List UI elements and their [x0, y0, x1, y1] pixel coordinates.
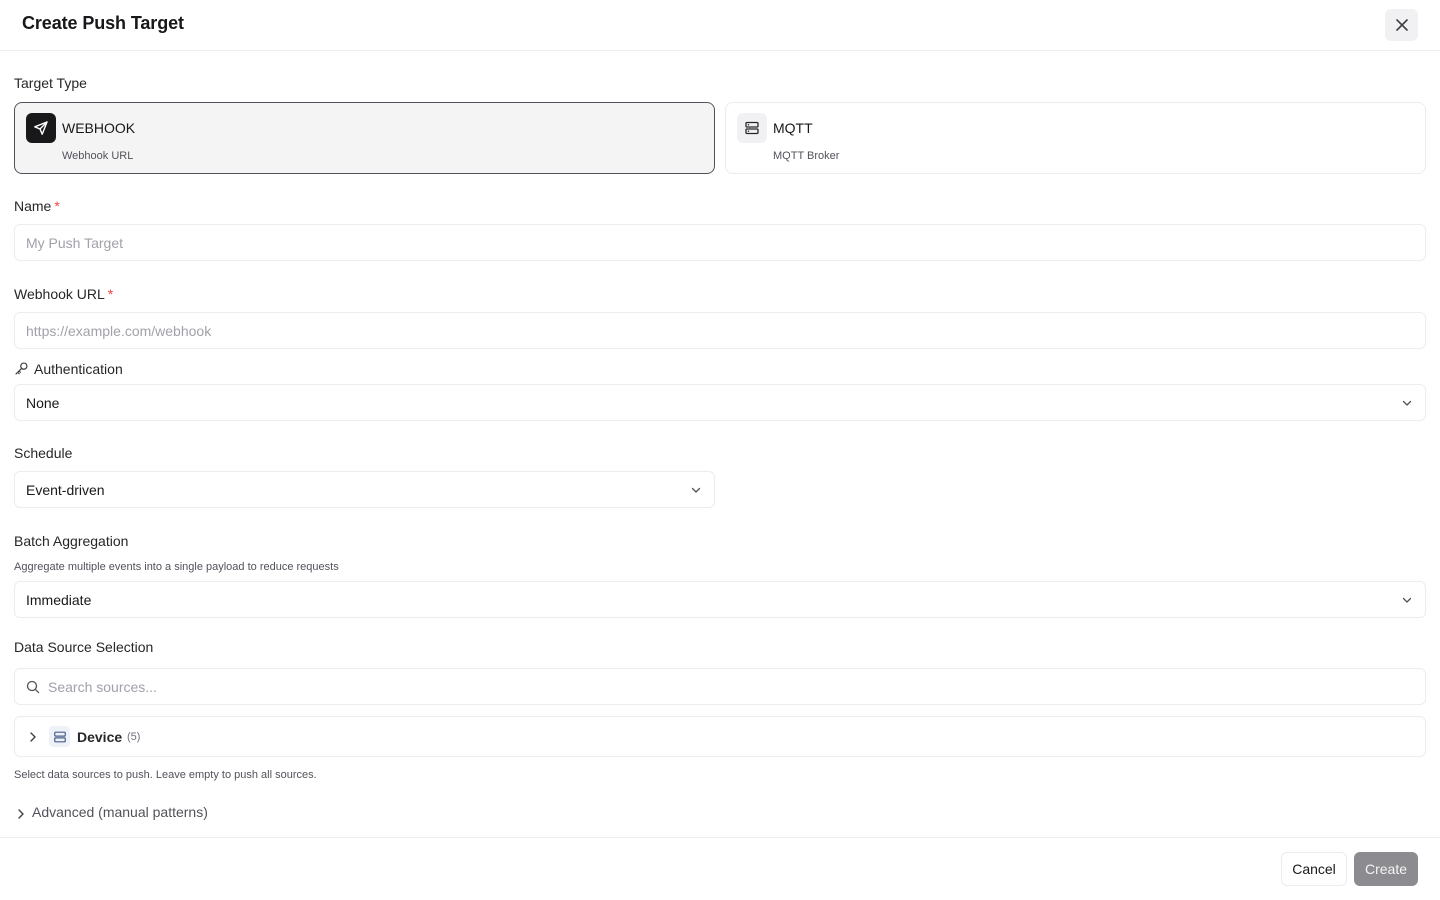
required-mark: *: [54, 198, 60, 214]
webhook-url-label-text: Webhook URL: [14, 286, 105, 302]
target-type-webhook-card[interactable]: WEBHOOK Webhook URL: [14, 102, 715, 174]
data-source-label: Data Source Selection: [14, 639, 154, 655]
authentication-selected-value: None: [26, 395, 60, 411]
server-icon-wrap: [49, 726, 70, 747]
schedule-selected-value: Event-driven: [26, 482, 105, 498]
target-type-name: MQTT: [773, 120, 813, 136]
search-icon: [26, 680, 40, 694]
server-icon: [53, 731, 66, 742]
create-button[interactable]: Create: [1354, 852, 1418, 886]
authentication-label: Authentication: [14, 359, 123, 377]
server-icon: [745, 121, 759, 135]
send-icon: [34, 121, 48, 135]
webhook-url-label: Webhook URL *: [14, 286, 113, 302]
chevron-down-icon: [691, 487, 701, 493]
target-type-description: Webhook URL: [62, 150, 134, 162]
dialog-footer: [0, 837, 1440, 900]
authentication-label-text: Authentication: [34, 361, 123, 377]
chevron-down-icon: [1402, 597, 1412, 603]
dialog-title: Create Push Target: [22, 13, 184, 33]
target-type-description: MQTT Broker: [773, 150, 840, 162]
batch-aggregation-label: Batch Aggregation: [14, 533, 129, 549]
batch-aggregation-hint: Aggregate multiple events into a single …: [14, 561, 339, 573]
schedule-label: Schedule: [14, 445, 73, 461]
batch-aggregation-selected-value: Immediate: [26, 592, 92, 608]
webhook-url-input[interactable]: [14, 312, 1426, 349]
send-icon-wrap: [26, 113, 56, 143]
close-icon: [1395, 19, 1408, 31]
target-type-name: WEBHOOK: [62, 120, 136, 136]
source-group-count: (5): [127, 731, 141, 743]
cancel-button[interactable]: Cancel: [1281, 852, 1347, 886]
server-icon-wrap: [737, 113, 767, 143]
dialog-header: Create Push Target: [0, 0, 1440, 51]
source-group-name: Device: [77, 729, 123, 745]
chevron-right-icon: [18, 809, 24, 819]
batch-aggregation-select[interactable]: Immediate: [14, 581, 1426, 618]
key-icon: [15, 362, 28, 375]
authentication-select[interactable]: None: [14, 384, 1426, 421]
chevron-right-icon: [30, 732, 36, 742]
advanced-label: Advanced (manual patterns): [32, 804, 208, 820]
data-source-hint: Select data sources to push. Leave empty…: [14, 769, 317, 781]
source-search-input[interactable]: [48, 669, 1418, 704]
close-button[interactable]: [1385, 9, 1418, 41]
name-input[interactable]: [14, 224, 1426, 261]
chevron-down-icon: [1402, 400, 1412, 406]
target-type-mqtt-card[interactable]: MQTT MQTT Broker: [725, 102, 1426, 174]
schedule-select[interactable]: Event-driven: [14, 471, 715, 508]
source-group-device[interactable]: Device (5): [14, 716, 1426, 757]
source-search-box: [14, 668, 1426, 705]
name-label: Name *: [14, 198, 60, 214]
name-label-text: Name: [14, 198, 52, 214]
required-mark: *: [107, 286, 114, 302]
target-type-label: Target Type: [14, 75, 87, 91]
